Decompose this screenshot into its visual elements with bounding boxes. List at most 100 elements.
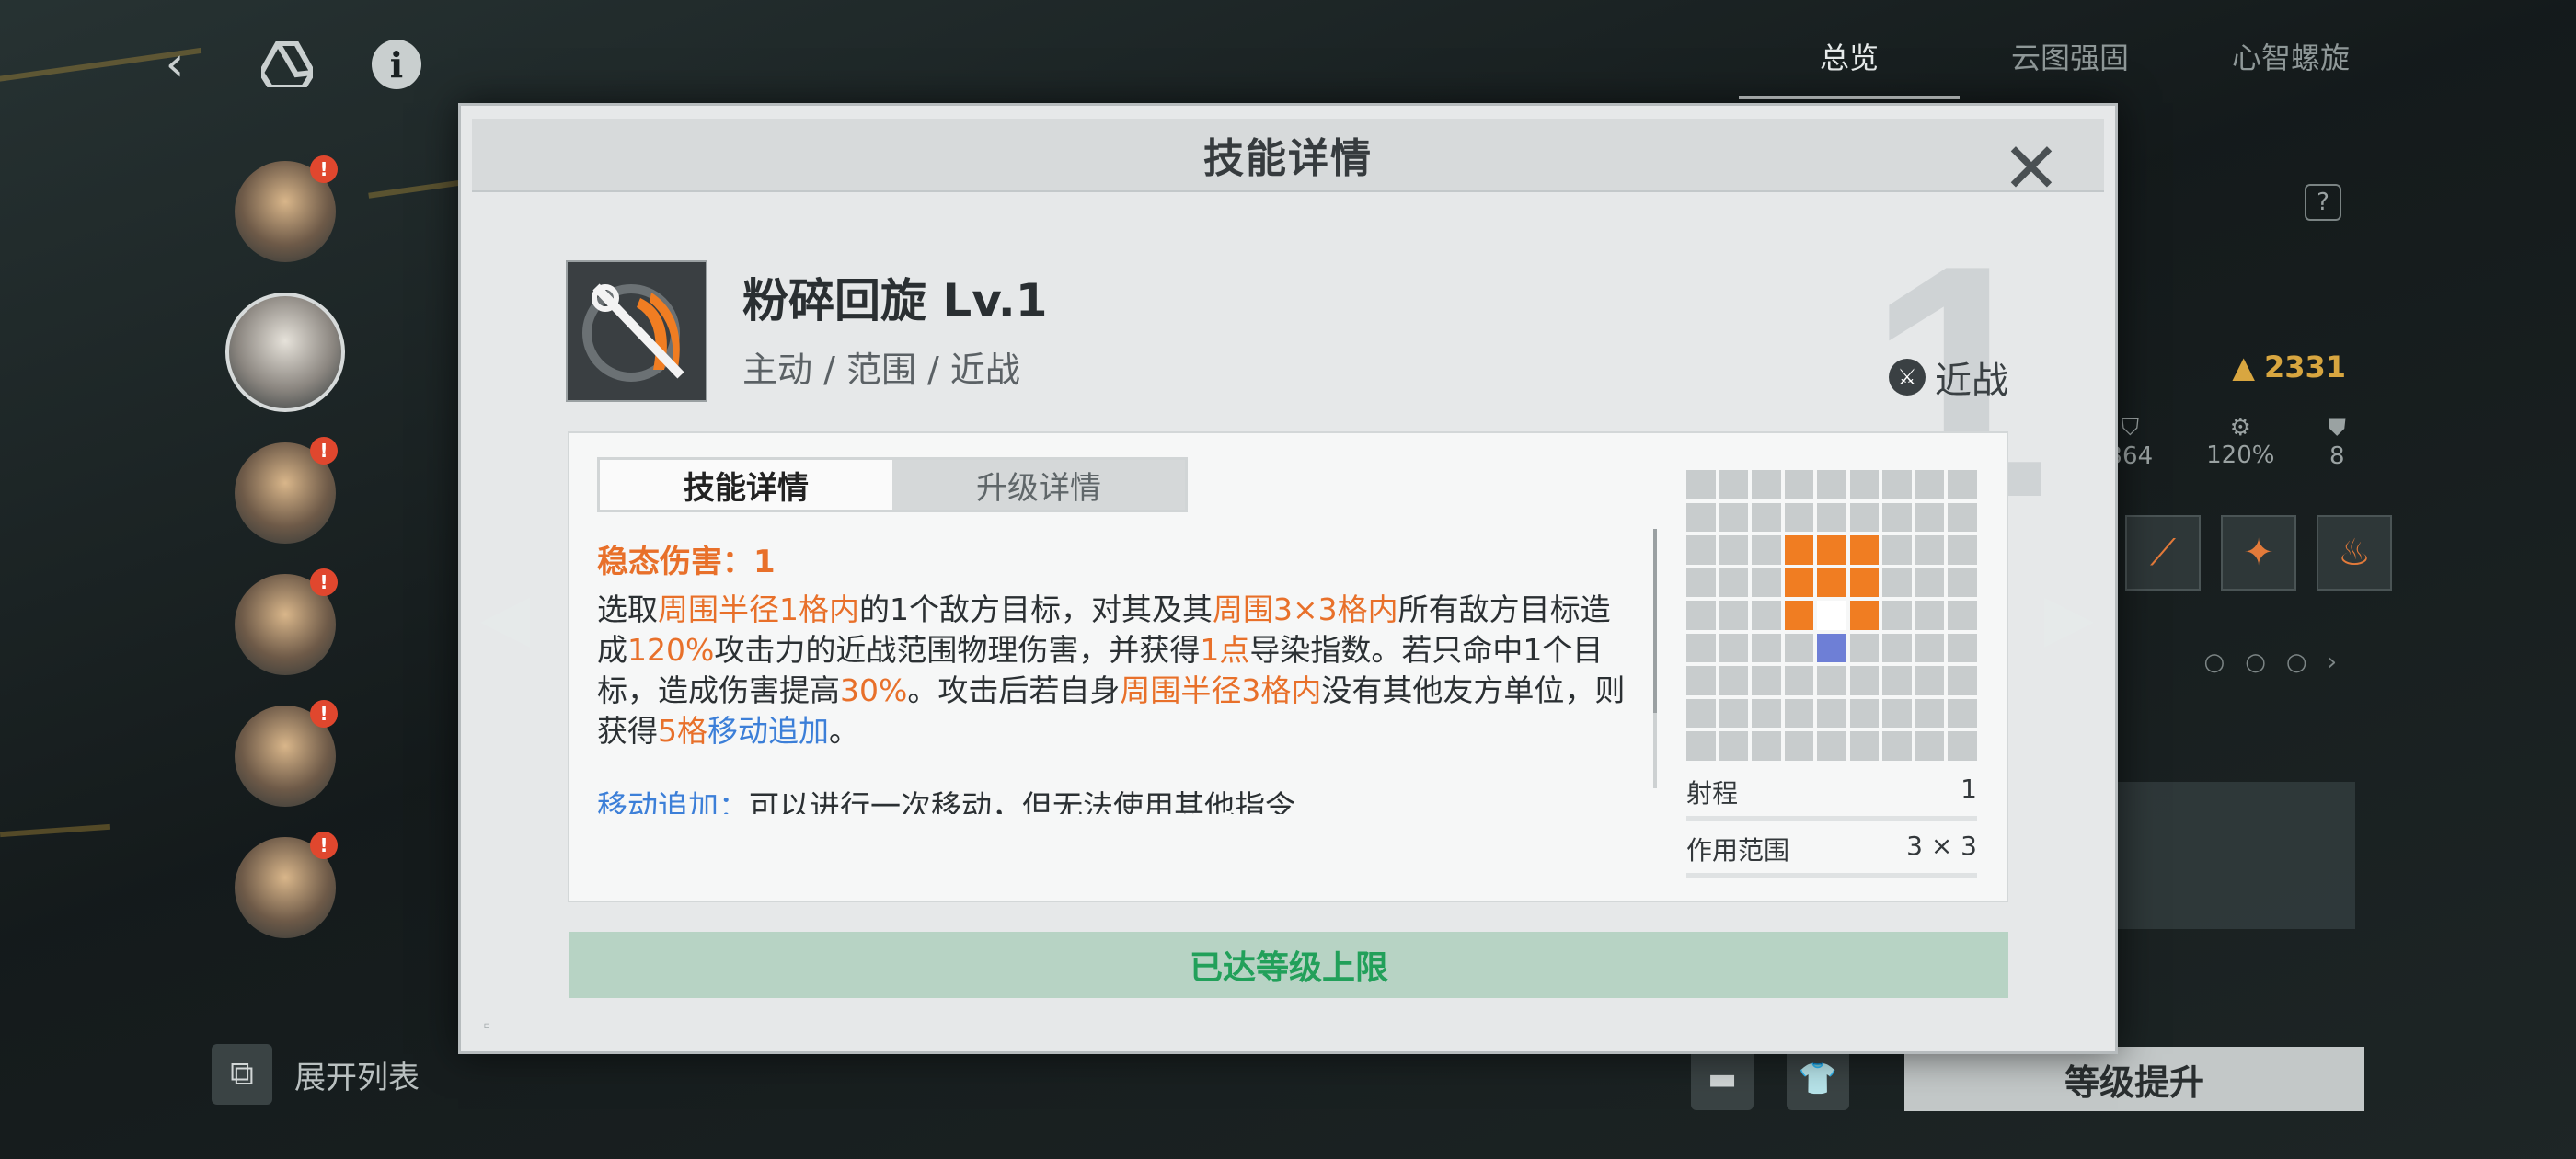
description-highlight[interactable]: 移动追加: [707, 713, 829, 749]
area-stat: 作用范围 3 × 3: [1686, 831, 1977, 878]
description-highlight: 120%: [627, 632, 715, 668]
tab-mind-spiral[interactable]: 心智螺旋: [2180, 28, 2401, 99]
back-arrow-icon[interactable]: ‹: [147, 37, 202, 92]
grid-cell: [1882, 568, 1912, 598]
tab-skill-detail[interactable]: 技能详情: [600, 460, 892, 510]
chevron-right-icon[interactable]: ›: [2328, 648, 2337, 676]
description-scrollbar[interactable]: [1653, 529, 1657, 788]
grid-cell: [1948, 601, 1977, 630]
character-avatar[interactable]: !: [235, 700, 338, 807]
character-avatar[interactable]: !: [235, 155, 338, 262]
expand-list-button[interactable]: ⧉ 展开列表: [212, 1044, 420, 1105]
grid-cell: [1686, 470, 1716, 499]
prev-skill-arrow-icon[interactable]: ◀: [480, 580, 530, 655]
character-list: ! ! ! ! !: [225, 155, 345, 969]
grid-cell: [1686, 568, 1716, 598]
grid-cell: [1849, 633, 1880, 663]
grid-cell: [1849, 666, 1880, 695]
grid-cell: [1686, 601, 1716, 630]
range-value: 1: [1961, 774, 1977, 804]
grid-cell: [1752, 698, 1781, 729]
shirt-icon[interactable]: 👕: [1787, 1048, 1849, 1110]
skill-detail-panel: 技能详情 升级详情 稳态伤害：1 选取周围半径1格内的1个敌方目标，对其及其周围…: [568, 431, 2008, 902]
grid-cell: [1719, 535, 1749, 565]
grid-cell: [1948, 633, 1977, 663]
grid-cell: [1686, 535, 1716, 565]
next-skill-arrow-icon[interactable]: ▶: [2044, 580, 2094, 655]
alert-badge: !: [310, 437, 338, 465]
grid-cell: [1784, 470, 1814, 499]
scroll-thumb[interactable]: [1653, 529, 1657, 713]
skill-slot[interactable]: ✦: [2221, 515, 2296, 591]
badge-icon: ⛊: [2328, 414, 2346, 442]
stat-summary: ⛉ 364 ⚙ 120% ⛊ 8: [2108, 414, 2347, 470]
description-text: 攻击力的近战范围物理伤害，并获得: [714, 632, 1201, 668]
grid-cell: [1882, 633, 1912, 663]
character-avatar[interactable]: !: [235, 568, 338, 675]
grid-cell: [1719, 698, 1749, 729]
grid-cell: [1849, 502, 1880, 533]
grid-cell: [1719, 502, 1749, 533]
alert-badge: !: [310, 568, 338, 596]
skill-slot[interactable]: ⟋: [2125, 515, 2201, 591]
grid-cell: [1915, 535, 1945, 565]
power-icon: ▲: [2232, 350, 2255, 384]
range-label: 射程: [1686, 778, 1739, 809]
skill-name: 粉碎回旋 Lv.1: [742, 274, 1048, 327]
grid-cell: [1849, 731, 1880, 761]
stat-item: ⚙ 120%: [2206, 414, 2275, 469]
grid-cell: [1817, 470, 1846, 499]
tab-upgrade-detail[interactable]: 升级详情: [892, 460, 1185, 510]
grid-cell: [1752, 470, 1781, 499]
help-icon[interactable]: ?: [2305, 184, 2341, 221]
level-up-button[interactable]: 等级提升: [1904, 1047, 2364, 1111]
grid-cell: [1752, 502, 1781, 533]
dot-icon[interactable]: ○: [2286, 648, 2307, 676]
drive-icon[interactable]: [259, 37, 315, 92]
grid-cell: [1817, 731, 1846, 761]
grid-cell: [1719, 666, 1749, 695]
gear-icon: ⚙: [2229, 414, 2251, 442]
skill-icon: [566, 260, 707, 402]
grid-cell: [1948, 568, 1977, 598]
character-avatar[interactable]: !: [235, 437, 338, 544]
grid-cell-self: [1817, 633, 1846, 663]
skill-detail-modal: 技能详情 ✕ 1 粉碎回旋 Lv.1 主动 / 范围 / 近战 ⚔ 近战 技能详…: [458, 103, 2118, 1054]
modal-header: 技能详情 ✕: [472, 119, 2104, 209]
tab-cloud-reinforce[interactable]: 云图强固: [1960, 28, 2180, 99]
grid-cell: [1915, 731, 1945, 761]
grid-cell: [1752, 568, 1781, 598]
skill-type-tag: ⚔ 近战: [1889, 350, 2008, 404]
description-text: 。攻击后若自身: [907, 672, 1121, 708]
grid-cell-area: [1817, 535, 1846, 565]
description-highlight: 周围3×3格内: [1213, 591, 1398, 627]
grid-cell: [1817, 502, 1846, 533]
tab-overview[interactable]: 总览: [1739, 28, 1960, 99]
grid-cell: [1784, 731, 1814, 761]
character-avatar[interactable]: !: [235, 832, 338, 938]
grid-cell: [1784, 502, 1814, 533]
grid-cell: [1915, 633, 1945, 663]
grid-cell: [1948, 502, 1977, 533]
max-level-bar: 已达等级上限: [569, 932, 2008, 998]
grid-cell: [1882, 731, 1912, 761]
dot-icon[interactable]: ○: [2204, 648, 2225, 676]
character-avatar-selected[interactable]: [225, 293, 345, 412]
power-score: ▲ 2331: [2232, 350, 2346, 384]
sofa-icon[interactable]: ▬: [1691, 1048, 1754, 1110]
dot-icon[interactable]: ○: [2245, 648, 2266, 676]
area-label: 作用范围: [1686, 835, 1790, 866]
weapon-panel[interactable]: [2107, 782, 2355, 929]
grid-cell: [1719, 568, 1749, 598]
keyword-explanation: 可以进行一次移动，但无法使用其他指令: [749, 788, 1295, 814]
close-icon[interactable]: ✕: [1999, 127, 2064, 209]
info-icon[interactable]: i: [372, 40, 421, 89]
grid-cell: [1686, 698, 1716, 729]
description-highlight: 周围半径1格内: [658, 591, 859, 627]
grid-cell: [1719, 633, 1749, 663]
skill-slot[interactable]: ♨: [2317, 515, 2392, 591]
grid-cell: [1915, 601, 1945, 630]
grid-cell-target-center: [1817, 601, 1846, 630]
grid-cell: [1849, 698, 1880, 729]
keyword-term[interactable]: 移动追加：: [597, 788, 749, 814]
